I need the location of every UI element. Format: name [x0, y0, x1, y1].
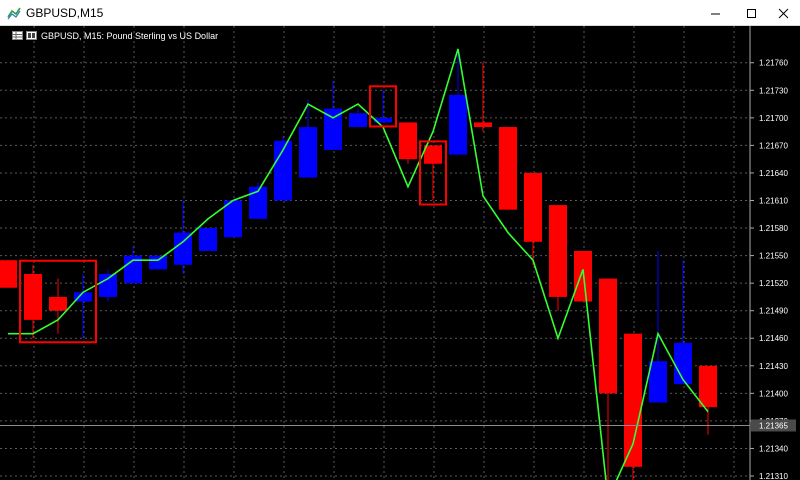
bear-candle	[474, 122, 492, 128]
y-tick-label: 1.21760	[759, 59, 788, 68]
bull-candle	[99, 273, 117, 297]
bear-candle	[499, 127, 517, 210]
title-bar[interactable]: GBPUSD,M15	[0, 0, 800, 26]
bear-candle	[699, 365, 717, 408]
bull-candle	[299, 127, 317, 178]
bear-candle	[49, 296, 67, 311]
minimize-button[interactable]	[698, 0, 732, 26]
candlestick-chart[interactable]: 1.21760 1.21730 1.21700 1.21670 1.21640 1.216…	[0, 26, 800, 480]
y-tick-label: 1.21580	[759, 224, 788, 233]
y-tick-label: 1.21610	[759, 196, 788, 205]
bear-candle	[0, 260, 17, 288]
bear-candle	[24, 273, 42, 320]
y-tick-label: 1.21730	[759, 86, 788, 95]
y-tick-label: 1.21550	[759, 252, 788, 261]
y-tick-label: 1.21670	[759, 141, 788, 150]
close-icon	[778, 8, 788, 18]
chart-settings-icon[interactable]	[26, 27, 37, 45]
bull-candle	[449, 94, 467, 155]
y-tick-label: 1.21400	[759, 389, 788, 398]
y-tick-label: 1.21310	[759, 472, 788, 480]
chart-grid-icon[interactable]	[12, 27, 23, 45]
chart-window: GBPUSD,M15 1.21760 1.21730 1.21700 1.21670 1…	[0, 0, 800, 480]
close-button[interactable]	[766, 0, 800, 26]
bear-candle	[524, 172, 542, 242]
bear-candle	[399, 122, 417, 160]
y-tick-label: 1.21640	[759, 169, 788, 178]
bull-candle	[149, 255, 167, 270]
y-tick-label: 1.21460	[759, 334, 788, 343]
chart-line-icon	[7, 6, 21, 20]
price-chart[interactable]: 1.21760 1.21730 1.21700 1.21670 1.21640 1.216…	[0, 26, 800, 480]
bid-price-label: 1.21365	[759, 421, 788, 430]
bear-candle	[624, 333, 642, 467]
maximize-icon	[746, 8, 756, 18]
bear-candle	[549, 205, 567, 297]
bull-candle	[174, 232, 192, 265]
maximize-button[interactable]	[734, 0, 768, 26]
bull-candle	[199, 228, 217, 251]
minimize-icon	[710, 13, 720, 14]
y-tick-label: 1.21490	[759, 307, 788, 316]
window-title: GBPUSD,M15	[26, 6, 104, 20]
symbol-label: GBPUSD, M15: Pound Sterling vs US Dollar	[41, 31, 219, 41]
y-tick-label: 1.21340	[759, 444, 788, 453]
chart-header: GBPUSD, M15: Pound Sterling vs US Dollar	[12, 30, 218, 42]
bear-candle	[599, 278, 617, 394]
bear-candle	[424, 145, 442, 164]
bull-candle	[349, 113, 367, 128]
y-tick-label: 1.21700	[759, 114, 788, 123]
y-tick-label: 1.21430	[759, 362, 788, 371]
bull-candle	[649, 361, 667, 403]
y-tick-label: 1.21520	[759, 279, 788, 288]
